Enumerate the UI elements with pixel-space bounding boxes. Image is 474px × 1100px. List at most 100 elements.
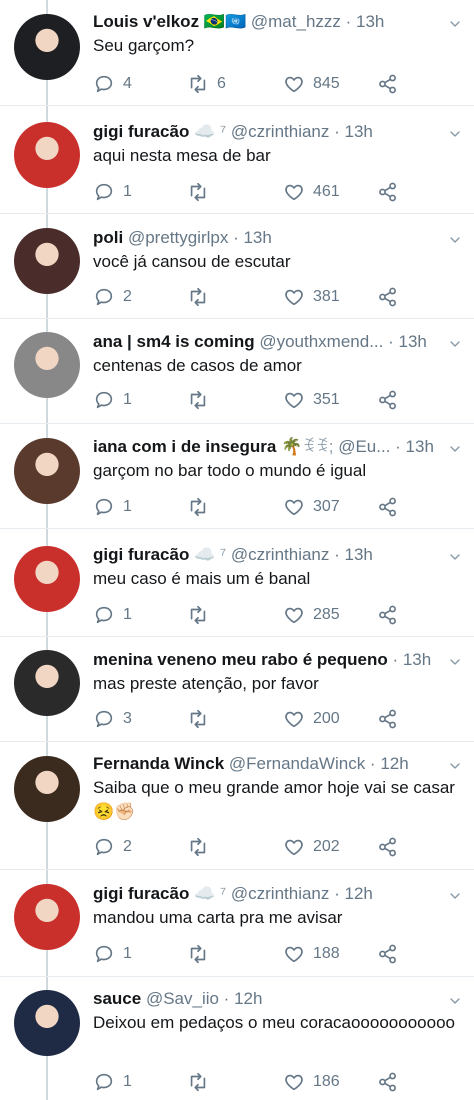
display-name[interactable]: sauce [93,989,141,1008]
like-button[interactable]: 186 [283,1068,340,1096]
tweet-divider [0,105,474,106]
display-name[interactable]: menina veneno meu rabo é pequeno [93,650,388,669]
reply-button[interactable]: 1 [93,178,132,206]
display-name[interactable]: poli [93,228,123,247]
avatar[interactable] [14,756,80,822]
avatar[interactable] [14,122,80,188]
reply-button[interactable]: 1 [93,601,132,629]
share-button[interactable] [377,283,399,311]
share-button[interactable] [377,833,399,861]
retweet-button[interactable] [187,940,217,968]
timestamp[interactable]: 12h [345,884,373,903]
like-button[interactable]: 307 [283,493,340,521]
reply-button[interactable]: 1 [93,386,132,414]
reply-button[interactable]: 2 [93,283,132,311]
chevron-down-icon[interactable] [450,126,460,137]
reply-button-count: 4 [123,75,132,92]
display-name[interactable]: Louis v'elkoz [93,12,199,31]
timestamp[interactable]: 13h [243,228,271,247]
like-button[interactable]: 202 [283,833,340,861]
like-button[interactable]: 845 [283,70,340,98]
retweet-button[interactable]: 6 [187,70,226,98]
share-button[interactable] [377,1068,399,1096]
avatar[interactable] [14,228,80,294]
display-name[interactable]: gigi furacão [93,122,189,141]
chevron-down-icon[interactable] [450,232,460,243]
reply-button[interactable]: 2 [93,833,132,861]
avatar[interactable] [14,650,80,716]
user-handle[interactable]: @Sav_iio [146,989,219,1008]
reply-button[interactable]: 1 [93,1068,132,1096]
share-icon [377,708,399,730]
avatar[interactable] [14,546,80,612]
chevron-down-icon[interactable] [450,758,460,769]
timestamp[interactable]: 12h [380,754,408,773]
timestamp[interactable]: 12h [234,989,262,1008]
timestamp[interactable]: 13h [398,332,426,351]
display-name[interactable]: ana | sm4 is coming [93,332,255,351]
tweet-text: Saiba que o meu grande amor hoje vai se … [93,778,455,821]
display-name[interactable]: gigi furacão [93,884,189,903]
share-button[interactable] [377,940,399,968]
like-button[interactable]: 381 [283,283,340,311]
retweet-button[interactable] [187,601,217,629]
display-name[interactable]: gigi furacão [93,545,189,564]
avatar[interactable] [14,990,80,1056]
timestamp[interactable]: 13h [403,650,431,669]
display-name[interactable]: iana com i de insegura [93,437,276,456]
chevron-down-icon[interactable] [450,654,460,665]
chevron-down-icon[interactable] [450,16,460,27]
share-button[interactable] [377,70,399,98]
share-button[interactable] [377,386,399,414]
chevron-down-icon[interactable] [450,441,460,452]
name-badge: 🇧🇷🇺🇳 [203,12,247,31]
user-handle[interactable]: @youthxmend... [259,332,383,351]
display-name[interactable]: Fernanda Winck [93,754,224,773]
timestamp[interactable]: 13h [345,545,373,564]
user-handle[interactable]: @czrinthianz [231,122,330,141]
retweet-button[interactable] [187,1068,217,1096]
share-button[interactable] [377,705,399,733]
like-button[interactable]: 188 [283,940,340,968]
share-button[interactable] [377,601,399,629]
share-button[interactable] [377,178,399,206]
user-handle[interactable]: @czrinthianz [231,884,330,903]
retweet-button[interactable] [187,705,217,733]
like-button[interactable]: 461 [283,178,340,206]
retweet-icon [187,389,209,411]
retweet-button[interactable] [187,833,217,861]
user-handle[interactable]: @Eu... [338,437,390,456]
user-handle[interactable]: @FernandaWinck [229,754,365,773]
share-button[interactable] [377,493,399,521]
tweet-divider [0,318,474,319]
reply-button[interactable]: 1 [93,940,132,968]
timestamp[interactable]: 13h [356,12,384,31]
reply-button[interactable]: 4 [93,70,132,98]
avatar[interactable] [14,438,80,504]
like-button[interactable]: 351 [283,386,340,414]
retweet-button[interactable] [187,493,217,521]
avatar[interactable] [14,884,80,950]
timestamp[interactable]: 13h [345,122,373,141]
user-handle[interactable]: @czrinthianz [231,545,330,564]
retweet-button[interactable] [187,283,217,311]
user-handle[interactable]: @prettygirlpx [128,228,228,247]
chevron-down-icon[interactable] [450,336,460,347]
avatar[interactable] [14,332,80,398]
like-button[interactable]: 285 [283,601,340,629]
chevron-down-icon[interactable] [450,888,460,899]
retweet-button[interactable] [187,178,217,206]
reply-button-count: 2 [123,288,132,305]
timestamp[interactable]: 13h [406,437,434,456]
chevron-down-icon[interactable] [450,549,460,560]
separator-dot: · [390,437,406,456]
tweet-header: ana | sm4 is coming @youthxmend... · 13h [93,330,444,354]
heart-icon [283,604,305,626]
like-button[interactable]: 200 [283,705,340,733]
reply-button[interactable]: 3 [93,705,132,733]
reply-button[interactable]: 1 [93,493,132,521]
avatar[interactable] [14,14,80,80]
user-handle[interactable]: @mat_hzzz [251,12,341,31]
chevron-down-icon[interactable] [450,993,460,1004]
retweet-button[interactable] [187,386,217,414]
